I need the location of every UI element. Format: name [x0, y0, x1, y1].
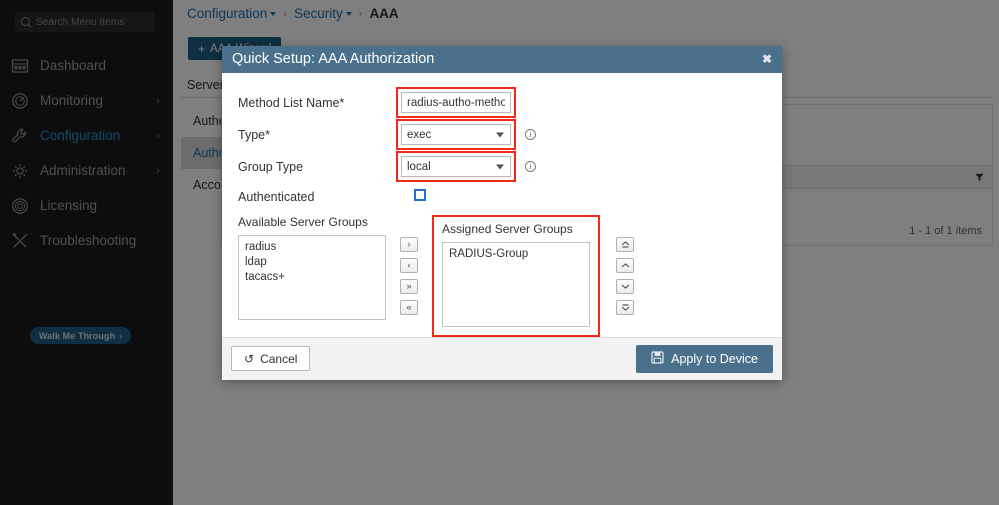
move-to-top-button[interactable]	[616, 236, 634, 252]
chevron-down-icon	[496, 132, 504, 138]
field-label: Authenticated	[238, 189, 315, 204]
undo-icon: ↺	[244, 351, 255, 366]
dialog-footer: ↺ Cancel Apply to Device	[222, 336, 782, 380]
order-button-group	[616, 236, 634, 315]
method-list-name-input[interactable]	[401, 92, 511, 114]
field-group-type: Group Type local i	[238, 151, 766, 183]
move-left-button[interactable]: ‹	[400, 257, 418, 273]
transfer-button-group: › ‹ » «	[400, 236, 418, 315]
cancel-button[interactable]: ↺ Cancel	[231, 346, 311, 372]
move-all-left-button[interactable]: «	[400, 299, 418, 315]
highlight-box	[396, 87, 516, 119]
field-label: Method List Name*	[238, 95, 345, 110]
dialog-title-bar: Quick Setup: AAA Authorization ✖	[222, 46, 782, 73]
field-label: Group Type	[238, 159, 304, 174]
dual-list-selector: Available Server Groups radius ldap taca…	[238, 214, 766, 337]
group-type-select[interactable]: local	[401, 156, 511, 178]
available-server-groups: Available Server Groups radius ldap taca…	[238, 215, 386, 320]
move-all-right-button[interactable]: »	[400, 278, 418, 294]
field-label: Type*	[238, 127, 270, 142]
move-up-button[interactable]	[616, 257, 634, 273]
assigned-listbox[interactable]: RADIUS-Group	[442, 241, 590, 327]
type-select[interactable]: exec	[401, 124, 511, 146]
authenticated-checkbox[interactable]	[414, 188, 426, 201]
info-icon[interactable]: i	[525, 129, 536, 141]
field-authenticated: Authenticated	[238, 183, 766, 211]
cancel-label: Cancel	[260, 351, 298, 366]
field-method-list-name: Method List Name*	[238, 87, 766, 119]
move-down-button[interactable]	[616, 278, 634, 294]
field-type: Type* exec i	[238, 119, 766, 151]
list-item[interactable]: tacacs+	[245, 270, 379, 285]
info-icon[interactable]: i	[525, 161, 536, 173]
list-item[interactable]: ldap	[245, 255, 379, 270]
highlight-box: Assigned Server Groups RADIUS-Group	[432, 214, 600, 337]
chevron-down-icon	[496, 164, 504, 170]
save-disk-icon	[651, 351, 664, 367]
dialog-body: Method List Name* Type* exec i Group Typ…	[222, 72, 782, 337]
assigned-server-groups: Assigned Server Groups RADIUS-Group	[442, 222, 590, 327]
highlight-box: exec	[396, 119, 516, 151]
dialog-title: Quick Setup: AAA Authorization	[232, 51, 435, 68]
move-right-button[interactable]: ›	[400, 236, 418, 252]
app-root: Search Menu Items Dashboard Monitoring ›	[0, 0, 999, 505]
highlight-box: local	[396, 151, 516, 183]
apply-to-device-button[interactable]: Apply to Device	[636, 344, 773, 373]
list-item[interactable]: RADIUS-Group	[449, 247, 583, 262]
assigned-label: Assigned Server Groups	[442, 221, 573, 236]
available-listbox[interactable]: radius ldap tacacs+	[238, 234, 386, 320]
apply-label: Apply to Device	[671, 351, 758, 366]
move-to-bottom-button[interactable]	[616, 299, 634, 315]
quick-setup-dialog: Quick Setup: AAA Authorization ✖ Method …	[222, 46, 782, 380]
available-label: Available Server Groups	[238, 214, 368, 229]
close-icon[interactable]: ✖	[762, 53, 772, 65]
list-item[interactable]: radius	[245, 240, 379, 255]
